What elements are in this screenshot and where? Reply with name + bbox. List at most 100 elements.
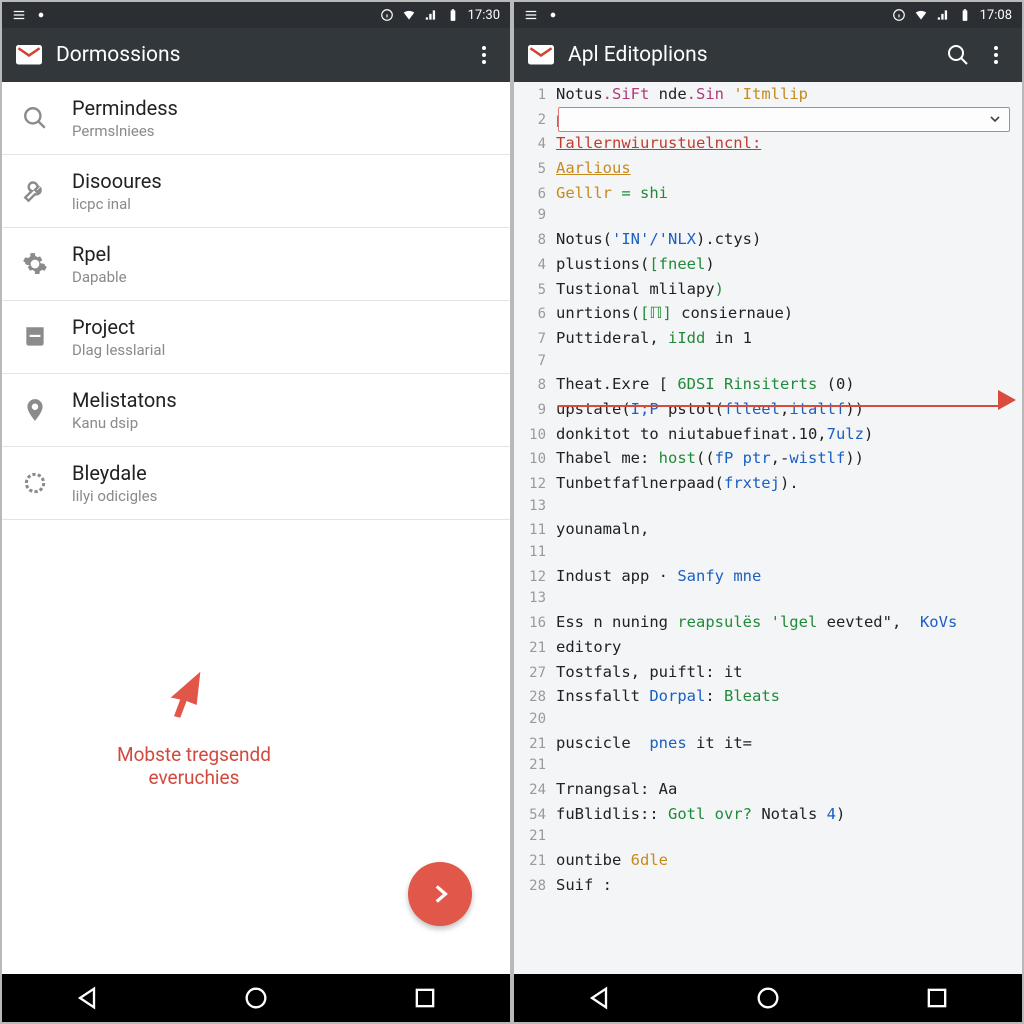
callout-line2: everuchies <box>117 767 271 790</box>
search-button[interactable] <box>946 43 970 67</box>
code-line[interactable]: 21puscicle pnes it it= <box>514 731 1022 756</box>
code-line[interactable]: 7Puttideral, iIdd in 1 <box>514 326 1022 351</box>
nav-recent-button[interactable] <box>923 984 951 1012</box>
overflow-menu-icon[interactable] <box>472 43 496 67</box>
gutter-line-number: 27 <box>522 663 556 685</box>
code-line[interactable]: 54fuBlidlis:: Gotl ovr? Notals 4) <box>514 802 1022 827</box>
code-line-content: donkitot to niutabuefinat.10,7ulz) <box>556 422 873 446</box>
android-nav-bar <box>514 974 1022 1022</box>
gutter-line-number: 9 <box>522 400 556 422</box>
code-line[interactable]: 13 <box>514 588 1022 610</box>
gutter-line-number: 13 <box>522 588 556 610</box>
code-line[interactable]: 9 <box>514 205 1022 227</box>
nav-home-button[interactable] <box>242 984 270 1012</box>
code-line[interactable]: 21ountibe 6dle <box>514 848 1022 873</box>
appbar-title: Apl Editoplions <box>568 43 932 67</box>
gutter-line-number: 28 <box>522 876 556 898</box>
gutter-line-number: 21 <box>522 755 556 777</box>
app-logo-icon <box>16 45 42 65</box>
list-item[interactable]: PermindessPermslniees <box>2 82 510 155</box>
gutter-line-number: 16 <box>522 613 556 635</box>
list-item-subtitle: Permslniees <box>72 122 178 140</box>
wifi-icon <box>914 8 928 22</box>
code-line[interactable]: 21 <box>514 755 1022 777</box>
gutter-line-number: 10 <box>522 425 556 447</box>
gutter-line-number: 11 <box>522 542 556 564</box>
code-line-content: puscicle pnes it it= <box>556 731 752 755</box>
usb-debug-icon <box>34 8 48 22</box>
code-line[interactable]: 12Indust app · Sanfy mne <box>514 564 1022 589</box>
list-item[interactable]: Disooureslicpc inal <box>2 155 510 228</box>
list-item[interactable]: MelistatonsKanu dsip <box>2 374 510 447</box>
code-line[interactable]: 9upstale(I;P pstol(flleel,italtf)) <box>514 397 1022 422</box>
pin-icon <box>20 395 50 425</box>
code-line[interactable]: 4Tallernwiurustuelncnl: <box>514 131 1022 156</box>
list-item-title: Project <box>72 315 165 339</box>
code-line[interactable]: 13 <box>514 496 1022 518</box>
chevron-down-icon <box>987 111 1003 131</box>
project-icon <box>20 322 50 352</box>
list-item[interactable]: Project Dlag lesslarial <box>2 301 510 374</box>
code-line[interactable]: 28Inssfallt Dorpal: Bleats <box>514 684 1022 709</box>
signal-icon <box>424 8 438 22</box>
code-line[interactable]: 10Thabel me: host((fP ptr,-wistlf)) <box>514 446 1022 471</box>
code-line-content: ountibe 6dle <box>556 848 668 872</box>
code-line[interactable]: 1Notus.SiFt nde.Sin 'Itmllip <box>514 82 1022 107</box>
list-item[interactable]: RpelDapable <box>2 228 510 301</box>
code-line[interactable]: 21 <box>514 826 1022 848</box>
nav-recent-button[interactable] <box>411 984 439 1012</box>
wrench-icon <box>20 176 50 206</box>
code-line[interactable]: 8Theat.Exre [ 6DSI Rinsiterts (0) <box>514 372 1022 397</box>
gutter-line-number: 4 <box>522 255 556 277</box>
list-item-subtitle: Dlag lesslarial <box>72 341 165 359</box>
nav-back-button[interactable] <box>73 984 101 1012</box>
code-line[interactable]: 10donkitot to niutabuefinat.10,7ulz) <box>514 422 1022 447</box>
nav-back-button[interactable] <box>585 984 613 1012</box>
code-line[interactable]: 20 <box>514 709 1022 731</box>
code-line-content: Suif : <box>556 873 612 897</box>
list-item-title: Rpel <box>72 242 127 266</box>
code-line[interactable]: 6Gelllr = shi <box>514 181 1022 206</box>
status-clock: 17:30 <box>468 8 500 23</box>
usb-debug-icon <box>546 8 560 22</box>
autocomplete-dropdown[interactable] <box>558 107 1010 132</box>
code-line-content: unrtions([ℿ] consiernaue) <box>556 301 793 325</box>
code-line[interactable]: 5Aarlious <box>514 156 1022 181</box>
gutter-line-number: 6 <box>522 304 556 326</box>
code-editor[interactable]: 1Notus.SiFt nde.Sin 'Itmllip2pperioeteum… <box>514 82 1022 974</box>
gutter-line-number: 21 <box>522 826 556 848</box>
gutter-line-number: 1 <box>522 85 556 107</box>
code-line-content: editory <box>556 635 621 659</box>
code-line-content: Theat.Exre [ 6DSI Rinsiterts (0) <box>556 372 855 396</box>
settings-list: PermindessPermslnieesDisooureslicpc inal… <box>2 82 510 974</box>
code-line-content: Thabel me: host((fP ptr,-wistlf)) <box>556 446 864 470</box>
code-line[interactable]: 8Notus('IN'/'NLX).ctys) <box>514 227 1022 252</box>
signal-icon <box>936 8 950 22</box>
gutter-line-number: 10 <box>522 449 556 471</box>
code-line[interactable]: 11younamaln, <box>514 517 1022 542</box>
code-line-content: Tostfals, puiftl: it <box>556 660 743 684</box>
list-item[interactable]: Bleydalelilyi odicigles <box>2 447 510 520</box>
code-line[interactable]: 12Tunbetfaflnerpaad(frxtej). <box>514 471 1022 496</box>
code-line[interactable]: 24Trnangsal: Aa <box>514 777 1022 802</box>
code-line[interactable]: 6unrtions([ℿ] consiernaue) <box>514 301 1022 326</box>
nav-home-button[interactable] <box>754 984 782 1012</box>
list-item-title: Bleydale <box>72 461 157 485</box>
code-line[interactable]: 21editory <box>514 635 1022 660</box>
fab-next-button[interactable] <box>408 862 472 926</box>
appbar-title: Dormossions <box>56 43 458 67</box>
code-line[interactable]: 28Suif : <box>514 873 1022 898</box>
menu-lines-icon <box>524 8 538 22</box>
overflow-menu-icon[interactable] <box>984 43 1008 67</box>
status-bar: 17:08 <box>514 2 1022 28</box>
code-line[interactable]: 7 <box>514 351 1022 373</box>
code-line[interactable]: 11 <box>514 542 1022 564</box>
code-line[interactable]: 5Tustional mlilapy) <box>514 277 1022 302</box>
code-line[interactable]: 16Ess n nuning reapsulës 'lgel eevted", … <box>514 610 1022 635</box>
battery-icon <box>446 8 460 22</box>
app-bar: Apl Editoplions <box>514 28 1022 82</box>
code-line[interactable]: 4plustions([fneel) <box>514 252 1022 277</box>
gutter-line-number: 5 <box>522 159 556 181</box>
code-line[interactable]: 27Tostfals, puiftl: it <box>514 660 1022 685</box>
cursor-arrow-icon <box>162 667 204 719</box>
